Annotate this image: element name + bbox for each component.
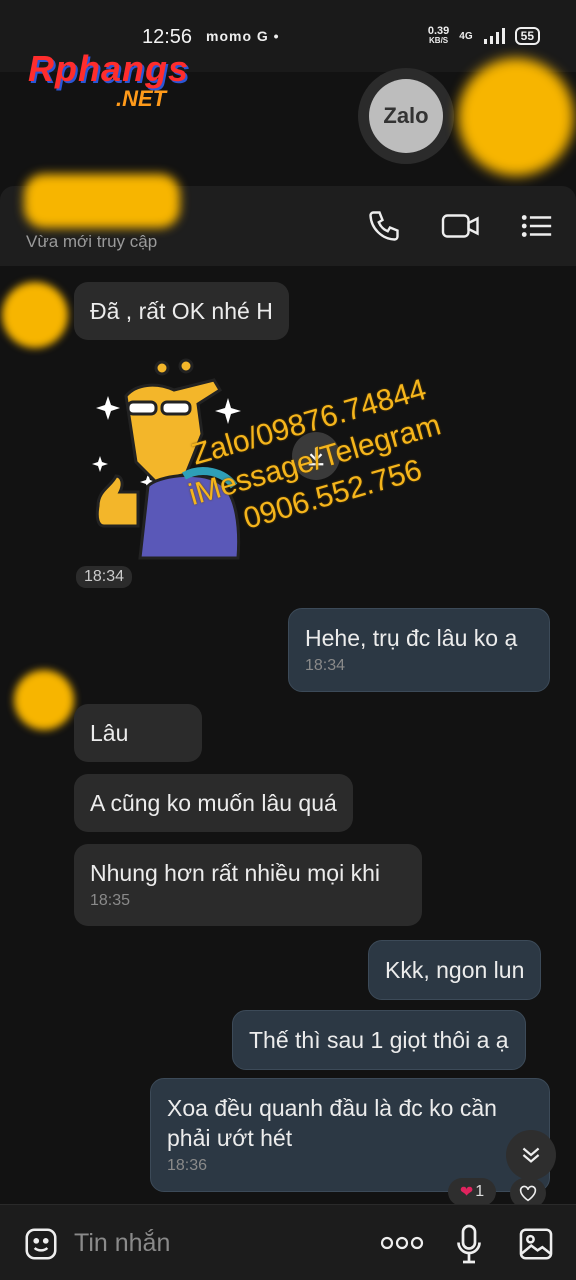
network-type: 4G bbox=[459, 30, 473, 42]
message-text: Kkk, ngon lun bbox=[385, 957, 525, 983]
message-text: Hehe, trụ đc lâu ko ạ bbox=[305, 625, 518, 651]
contact-name-redacted bbox=[24, 174, 180, 228]
emoji-icon[interactable] bbox=[22, 1225, 60, 1263]
microphone-icon[interactable] bbox=[454, 1223, 484, 1265]
sticker-time: 18:34 bbox=[76, 566, 133, 588]
message-time: 18:36 bbox=[167, 1157, 208, 1174]
message-bubble-incoming[interactable]: A cũng ko muốn lâu quá bbox=[74, 774, 353, 832]
logo-sub-text: .NET bbox=[116, 86, 167, 111]
phone-icon[interactable] bbox=[366, 208, 402, 244]
zalo-badge: Zalo bbox=[358, 68, 454, 164]
logo-main-text: Rphangs bbox=[28, 48, 190, 89]
message-bubble-outgoing[interactable]: Xoa đều quanh đầu là đc ko cần phải ướt … bbox=[150, 1078, 550, 1192]
battery-icon: 55 bbox=[514, 27, 540, 45]
message-bubble-outgoing[interactable]: Thế thì sau 1 giọt thôi a ạ bbox=[232, 1010, 526, 1070]
signal-icon bbox=[483, 28, 505, 44]
net-speed-value: 0.39 bbox=[427, 25, 450, 37]
zalo-badge-label: Zalo bbox=[369, 79, 443, 153]
double-chevron-down-icon bbox=[522, 1147, 540, 1163]
heart-outline-icon bbox=[519, 1185, 537, 1202]
message-text: Nhung hơn rất nhiều mọi khi bbox=[90, 860, 380, 886]
message-bubble-incoming[interactable]: Nhung hơn rất nhiều mọi khi 18:35 bbox=[74, 844, 422, 926]
video-call-icon[interactable] bbox=[440, 208, 482, 244]
redaction-blob bbox=[458, 58, 574, 176]
message-text: Lâu bbox=[90, 720, 129, 746]
contact-avatar[interactable] bbox=[14, 670, 74, 730]
message-text: Thế thì sau 1 giọt thôi a ạ bbox=[249, 1027, 509, 1053]
message-bubble-incoming[interactable]: Đã , rất OK nhé H bbox=[74, 282, 289, 340]
chat-header: Vừa mới truy cập bbox=[0, 174, 576, 266]
status-right-group: 0.39 KB/S 4G 55 bbox=[428, 26, 540, 46]
net-speed-unit: KB/S bbox=[429, 36, 449, 45]
message-text: A cũng ko muốn lâu quá bbox=[90, 790, 337, 816]
status-notification-icons: momo G • bbox=[206, 28, 280, 44]
scroll-to-bottom-button[interactable] bbox=[506, 1130, 556, 1180]
heart-reaction-icon: ❤ bbox=[459, 1184, 474, 1201]
status-time: 12:56 bbox=[142, 26, 193, 48]
message-bubble-outgoing[interactable]: Kkk, ngon lun bbox=[368, 940, 542, 1000]
message-input-bar: Tin nhắn bbox=[0, 1204, 576, 1280]
contact-avatar[interactable] bbox=[2, 282, 68, 348]
image-icon[interactable] bbox=[516, 1225, 556, 1263]
menu-icon[interactable] bbox=[520, 208, 554, 244]
contact-status: Vừa mới truy cập bbox=[26, 232, 158, 251]
reaction-count: 1 bbox=[475, 1183, 485, 1200]
message-input[interactable]: Tin nhắn bbox=[74, 1229, 170, 1258]
message-time: 18:34 bbox=[305, 657, 346, 674]
network-speed: 0.39 KB/S bbox=[428, 26, 449, 46]
more-icon[interactable] bbox=[380, 1233, 424, 1253]
message-bubble-incoming[interactable]: Lâu bbox=[74, 704, 202, 762]
message-time: 18:35 bbox=[90, 892, 131, 909]
message-text: Xoa đều quanh đầu là đc ko cần phải ướt … bbox=[167, 1095, 497, 1151]
message-bubble-outgoing[interactable]: Hehe, trụ đc lâu ko ạ 18:34 bbox=[288, 608, 550, 692]
message-text: Đã , rất OK nhé H bbox=[90, 298, 273, 324]
reaction-badge[interactable]: ❤ 1 bbox=[448, 1178, 496, 1206]
watermark-logo: Rphangs .NET bbox=[28, 48, 208, 112]
